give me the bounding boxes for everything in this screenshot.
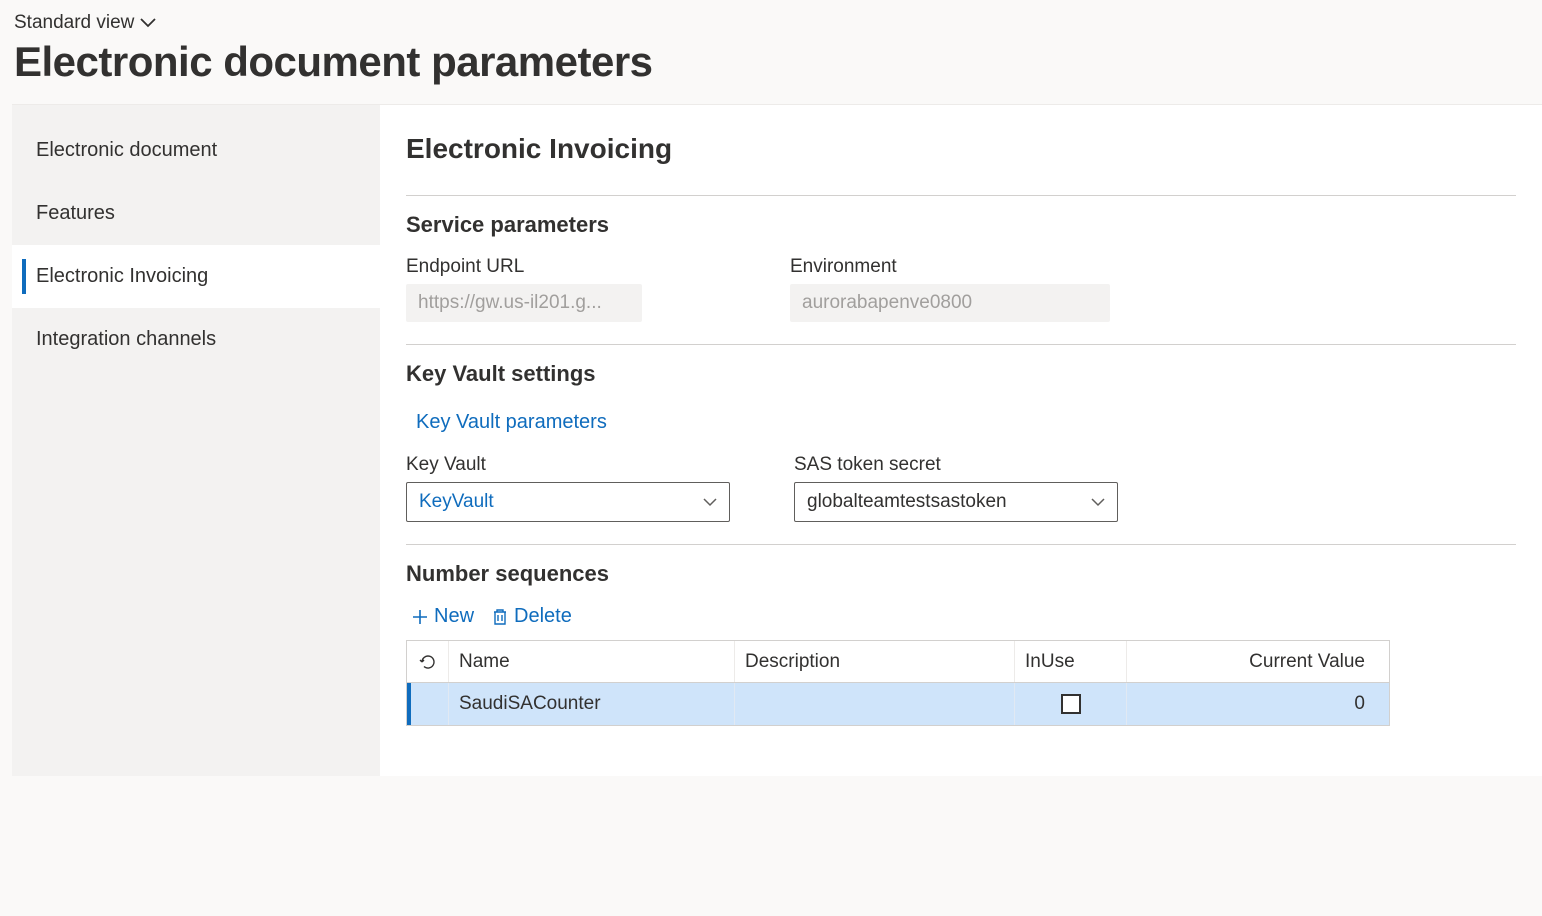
- delete-button[interactable]: Delete: [492, 605, 572, 628]
- section-title: Electronic Invoicing: [406, 133, 1516, 165]
- main-content: Electronic Invoicing Service parameters …: [380, 105, 1542, 776]
- endpoint-url-label: Endpoint URL: [406, 256, 642, 278]
- refresh-column-header[interactable]: [407, 641, 449, 682]
- current-value-cell[interactable]: 0: [1127, 683, 1389, 725]
- sas-token-secret-label: SAS token secret: [794, 454, 1118, 476]
- chevron-down-icon: [140, 18, 156, 28]
- sidebar-item-features[interactable]: Features: [12, 182, 380, 245]
- environment-label: Environment: [790, 256, 1110, 278]
- key-vault-value: KeyVault: [419, 491, 494, 513]
- refresh-icon: [419, 653, 437, 671]
- sidebar-item-label: Features: [36, 202, 115, 224]
- environment-value: aurorabapenve0800: [790, 284, 1110, 322]
- endpoint-url-value: https://gw.us-il201.g...: [406, 284, 642, 322]
- name-column-header[interactable]: Name: [449, 641, 735, 682]
- grid-header: Name Description InUse Current Value: [407, 641, 1389, 683]
- description-cell[interactable]: [735, 683, 1015, 725]
- key-vault-parameters-link[interactable]: Key Vault parameters: [416, 411, 607, 434]
- description-column-header[interactable]: Description: [735, 641, 1015, 682]
- delete-button-label: Delete: [514, 605, 572, 628]
- sas-token-secret-combo[interactable]: globalteamtestsastoken: [794, 482, 1118, 522]
- sidebar-item-label: Electronic document: [36, 139, 217, 161]
- number-sequences-section: Number sequences New Delete: [406, 544, 1516, 726]
- page-title: Electronic document parameters: [14, 38, 1528, 86]
- current-value-column-header[interactable]: Current Value: [1127, 641, 1389, 682]
- trash-icon: [492, 608, 508, 626]
- view-selector-label: Standard view: [14, 12, 134, 34]
- sidebar-item-label: Electronic Invoicing: [36, 265, 208, 287]
- sas-token-secret-value: globalteamtestsastoken: [807, 491, 1007, 513]
- subsection-title: Key Vault settings: [406, 361, 1516, 387]
- sidebar-item-label: Integration channels: [36, 328, 216, 350]
- key-vault-label: Key Vault: [406, 454, 730, 476]
- view-selector[interactable]: Standard view: [14, 12, 156, 34]
- number-sequences-grid: Name Description InUse Current Value Sau…: [406, 640, 1390, 726]
- sidebar: Electronic document Features Electronic …: [12, 105, 380, 776]
- row-selector-cell[interactable]: [411, 683, 449, 725]
- checkbox-icon[interactable]: [1061, 694, 1081, 714]
- inuse-column-header[interactable]: InUse: [1015, 641, 1127, 682]
- subsection-title: Service parameters: [406, 212, 1516, 238]
- plus-icon: [412, 609, 428, 625]
- new-button[interactable]: New: [412, 605, 474, 628]
- new-button-label: New: [434, 605, 474, 628]
- sidebar-item-integration-channels[interactable]: Integration channels: [12, 308, 380, 371]
- key-vault-settings-section: Key Vault settings Key Vault parameters …: [406, 344, 1516, 522]
- chevron-down-icon: [703, 498, 717, 507]
- table-row[interactable]: SaudiSACounter 0: [407, 683, 1389, 725]
- key-vault-combo[interactable]: KeyVault: [406, 482, 730, 522]
- service-parameters-section: Service parameters Endpoint URL https://…: [406, 195, 1516, 322]
- sidebar-item-electronic-document[interactable]: Electronic document: [12, 119, 380, 182]
- inuse-cell[interactable]: [1015, 683, 1127, 725]
- sidebar-item-electronic-invoicing[interactable]: Electronic Invoicing: [12, 245, 380, 308]
- chevron-down-icon: [1091, 498, 1105, 507]
- subsection-title: Number sequences: [406, 561, 1516, 587]
- name-cell[interactable]: SaudiSACounter: [449, 683, 735, 725]
